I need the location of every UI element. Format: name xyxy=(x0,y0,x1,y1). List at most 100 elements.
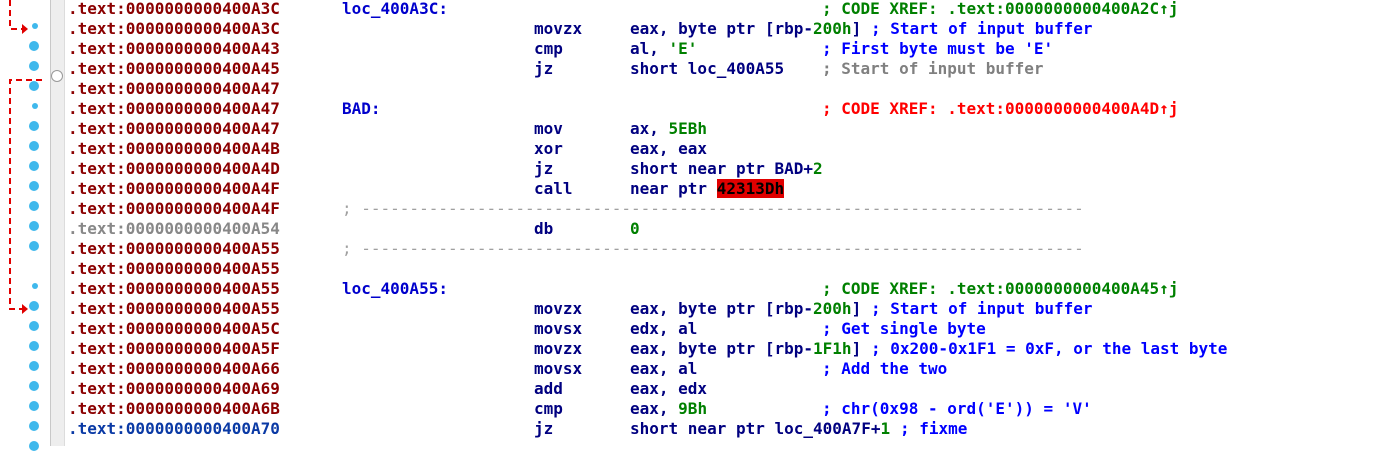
address: .text:0000000000400A47 xyxy=(68,119,280,138)
mnemonic: jz xyxy=(534,159,554,178)
address: .text:0000000000400A55 xyxy=(68,299,280,318)
listing-row[interactable]: .text:0000000000400A5F movzx eax, byte ptr… xyxy=(68,339,1394,359)
operand-number: 5EBh xyxy=(668,119,708,138)
listing-row[interactable]: .text:0000000000400A45 jz short loc_400A55… xyxy=(68,59,1394,79)
separator-line: ; --------------------------------------… xyxy=(342,239,1084,258)
operand-text: al, xyxy=(630,39,669,58)
code-xref-comment: ; CODE XREF: .text:0000000000400A45↑j xyxy=(822,279,1179,298)
instruction-comment: ; Add the two xyxy=(822,359,948,378)
mnemonic: cmp xyxy=(534,399,563,418)
listing-row[interactable]: .text:0000000000400A5C movsx edx, al ; Get … xyxy=(68,319,1394,339)
listing-row[interactable]: .text:0000000000400A47 mov ax, 5EBh xyxy=(68,119,1394,139)
address: .text:0000000000400A4F xyxy=(68,179,280,198)
listing-row[interactable]: .text:0000000000400A55 loc_400A55: ; CODE … xyxy=(68,279,1394,299)
operand-text: eax, al xyxy=(630,359,698,378)
instruction-comment: ; fixme xyxy=(900,419,968,438)
address: .text:0000000000400A70 xyxy=(68,419,280,438)
line-marker-dot[interactable] xyxy=(29,381,39,391)
line-marker-dot[interactable] xyxy=(29,241,39,251)
instruction-comment: ; chr(0x98 - ord('E')) = 'V' xyxy=(822,399,1092,418)
operand-text: eax, byte ptr [rbp- xyxy=(630,19,814,38)
jump-arrow-loc-400a55 xyxy=(9,79,42,310)
listing-row[interactable]: .text:0000000000400A4D jz short near ptr B… xyxy=(68,159,1394,179)
mnemonic: jz xyxy=(534,419,554,438)
unresolved-address-highlight[interactable]: 42313Dh xyxy=(716,179,785,198)
address: .text:0000000000400A47 xyxy=(68,79,280,98)
listing-row[interactable]: .text:0000000000400A70 jz short near ptr l… xyxy=(68,419,1394,439)
operand-number: 200h xyxy=(813,299,852,318)
instruction-comment: ; 0x200-0x1F1 = 0xF, or the last byte xyxy=(871,339,1228,358)
address: .text:0000000000400A4B xyxy=(68,139,280,158)
listing-row[interactable]: .text:0000000000400A47 BAD: ; CODE XREF: .… xyxy=(68,99,1394,119)
mnemonic: call xyxy=(534,179,573,198)
operand-number: 0 xyxy=(630,219,640,238)
instruction-comment: ; Start of input buffer xyxy=(822,59,1044,78)
operands: eax, eax xyxy=(630,139,707,159)
operand-text: short near ptr BAD+ xyxy=(630,159,814,178)
mnemonic: movzx xyxy=(534,19,583,38)
line-marker-dot[interactable] xyxy=(32,103,38,109)
line-marker-dot[interactable] xyxy=(29,441,39,451)
line-marker-dot[interactable] xyxy=(29,321,39,331)
operands: near ptr 42313Dh xyxy=(630,179,785,199)
operand-text: eax, byte ptr [rbp- xyxy=(630,339,814,358)
operand-text: ] xyxy=(851,19,862,38)
listing-row[interactable]: .text:0000000000400A55 ; ----------------… xyxy=(68,239,1394,259)
operands: short near ptr BAD+2 xyxy=(630,159,823,179)
address: .text:0000000000400A6B xyxy=(68,399,280,418)
operands: 0 xyxy=(630,219,640,239)
line-marker-dot[interactable] xyxy=(29,341,39,351)
operands: ax, 5EBh xyxy=(630,119,707,139)
listing-row[interactable]: .text:0000000000400A47 xyxy=(68,79,1394,99)
listing-row[interactable]: .text:0000000000400A3C loc_400A3C: ; CODE … xyxy=(68,0,1394,19)
address: .text:0000000000400A45 xyxy=(68,59,280,78)
line-marker-dot[interactable] xyxy=(29,421,39,431)
operand-number: 200h xyxy=(813,19,852,38)
mnemonic: xor xyxy=(534,139,563,158)
line-marker-dot[interactable] xyxy=(29,161,39,171)
disassembly-listing[interactable]: .text:0000000000400A3C loc_400A3C: ; CODE … xyxy=(68,0,1394,446)
mnemonic: add xyxy=(534,379,563,398)
line-marker-dot[interactable] xyxy=(29,61,39,71)
operands: al, 'E' xyxy=(630,39,697,59)
operand-text: short near ptr loc_400A7F+ xyxy=(630,419,881,438)
mnemonic: cmp xyxy=(534,39,563,58)
operand-number: 2 xyxy=(813,159,823,178)
listing-row[interactable]: .text:0000000000400A4F call near ptr 42313… xyxy=(68,179,1394,199)
mnemonic: db xyxy=(534,219,554,238)
operand-text: eax, edx xyxy=(630,379,708,398)
line-marker-dot[interactable] xyxy=(29,401,39,411)
code-label: BAD: xyxy=(342,99,381,118)
listing-row[interactable]: .text:0000000000400A43 cmp al, 'E' ; First … xyxy=(68,39,1394,59)
operands: eax, byte ptr [rbp-200h] xyxy=(630,299,861,319)
operands: eax, edx xyxy=(630,379,707,399)
listing-row[interactable]: .text:0000000000400A66 movsx eax, al ; Add … xyxy=(68,359,1394,379)
line-marker-dot[interactable] xyxy=(29,301,39,311)
operand-text: ] xyxy=(851,339,862,358)
instruction-comment: ; First byte must be 'E' xyxy=(822,39,1054,58)
listing-row[interactable]: .text:0000000000400A55 xyxy=(68,259,1394,279)
line-marker-dot[interactable] xyxy=(29,81,39,91)
line-marker-dot[interactable] xyxy=(29,201,39,211)
line-marker-dot[interactable] xyxy=(29,121,39,131)
listing-row[interactable]: .text:0000000000400A4F ; ----------------… xyxy=(68,199,1394,219)
listing-row[interactable]: .text:0000000000400A54 db 0 xyxy=(68,219,1394,239)
line-marker-dot[interactable] xyxy=(29,221,39,231)
line-marker-dot[interactable] xyxy=(29,361,39,371)
listing-row[interactable]: .text:0000000000400A6B cmp eax, 9Bh ; chr(0… xyxy=(68,399,1394,419)
listing-row[interactable]: .text:0000000000400A69 add eax, edx xyxy=(68,379,1394,399)
address: .text:0000000000400A4D xyxy=(68,159,280,178)
listing-row[interactable]: .text:0000000000400A3C movzx eax, byte ptr… xyxy=(68,19,1394,39)
address: .text:0000000000400A55 xyxy=(68,239,280,258)
address: .text:0000000000400A54 xyxy=(68,219,280,238)
line-marker-dot[interactable] xyxy=(29,181,39,191)
operand-text: edx, al xyxy=(630,319,698,338)
line-marker-dot[interactable] xyxy=(32,23,38,29)
operand-text: eax, xyxy=(630,399,679,418)
line-marker-dot[interactable] xyxy=(29,141,39,151)
line-marker-dot[interactable] xyxy=(29,41,39,51)
listing-row[interactable]: .text:0000000000400A4B xor eax, eax xyxy=(68,139,1394,159)
line-marker-dot[interactable] xyxy=(32,283,38,289)
listing-row[interactable]: .text:0000000000400A55 movzx eax, byte ptr… xyxy=(68,299,1394,319)
operand-number: 9Bh xyxy=(678,399,708,418)
